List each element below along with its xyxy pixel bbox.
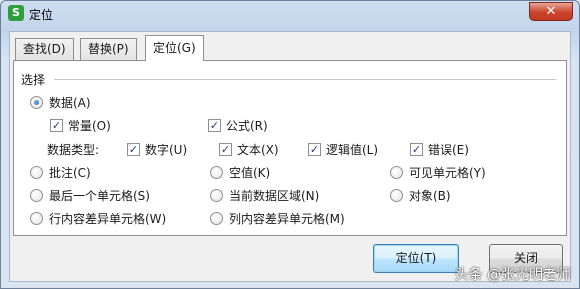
option-formulas-label: 公式(R) — [226, 119, 268, 133]
option-visible-cells[interactable]: 可见单元格(Y) — [390, 164, 486, 181]
radio-blanks[interactable] — [210, 166, 223, 179]
option-logical-label: 逻辑值(L) — [326, 143, 379, 157]
option-error-label: 错误(E) — [428, 143, 469, 157]
option-text[interactable]: ✓ 文本(X) — [219, 141, 279, 158]
option-objects-label: 对象(B) — [409, 189, 451, 203]
option-visible-cells-label: 可见单元格(Y) — [409, 166, 486, 180]
tab-find[interactable]: 查找(D) — [15, 38, 74, 60]
option-current-region-label: 当前数据区域(N) — [229, 189, 320, 203]
option-text-label: 文本(X) — [237, 143, 279, 157]
option-constants-label: 常量(O) — [68, 119, 111, 133]
option-objects[interactable]: 对象(B) — [390, 187, 451, 204]
data-type-label: 数据类型: — [47, 143, 100, 157]
option-error[interactable]: ✓ 错误(E) — [410, 141, 469, 158]
option-column-differences-label: 列内容差异单元格(M) — [229, 212, 345, 226]
radio-visible-cells[interactable] — [390, 166, 403, 179]
group-divider — [54, 79, 556, 80]
option-last-cell-label: 最后一个单元格(S) — [49, 189, 150, 203]
option-comments-label: 批注(C) — [49, 166, 91, 180]
tab-replace[interactable]: 替换(P) — [80, 38, 137, 60]
locate-button[interactable]: 定位(T) — [373, 244, 459, 273]
wps-spreadsheet-icon: S — [8, 5, 24, 21]
option-column-differences[interactable]: 列内容差异单元格(M) — [210, 210, 345, 227]
option-constants[interactable]: ✓ 常量(O) — [50, 117, 111, 134]
option-formulas[interactable]: ✓ 公式(R) — [208, 117, 268, 134]
locate-dialog: S 定位 ✕ 查找(D) 替换(P) 定位(G) 选择 数据(A) ✓ 常量(O)… — [0, 0, 580, 289]
goto-tab-panel: 选择 数据(A) ✓ 常量(O) ✓ 公式(R) 数据类型: ✓ 数字(U) ✓ 文本(… — [13, 60, 567, 236]
option-blanks[interactable]: 空值(K) — [210, 164, 270, 181]
radio-row-differences[interactable] — [30, 212, 43, 225]
option-data[interactable]: 数据(A) — [30, 94, 91, 111]
checkbox-text[interactable]: ✓ — [219, 143, 232, 156]
radio-last-cell[interactable] — [30, 189, 43, 202]
option-number[interactable]: ✓ 数字(U) — [127, 141, 187, 158]
option-data-label: 数据(A) — [49, 96, 91, 110]
option-blanks-label: 空值(K) — [229, 166, 271, 180]
radio-current-region[interactable] — [210, 189, 223, 202]
radio-comments[interactable] — [30, 166, 43, 179]
checkbox-number[interactable]: ✓ — [127, 143, 140, 156]
option-current-region[interactable]: 当前数据区域(N) — [210, 187, 319, 204]
title-bar: S 定位 ✕ — [1, 1, 579, 27]
select-group-label: 选择 — [21, 73, 46, 87]
checkbox-error[interactable]: ✓ — [410, 143, 423, 156]
tab-goto[interactable]: 定位(G) — [145, 35, 204, 61]
checkbox-formulas[interactable]: ✓ — [208, 119, 221, 132]
radio-objects[interactable] — [390, 189, 403, 202]
checkbox-constants[interactable]: ✓ — [50, 119, 63, 132]
option-row-differences-label: 行内容差异单元格(W) — [49, 212, 167, 226]
radio-data[interactable] — [30, 96, 43, 109]
dialog-title: 定位 — [29, 8, 54, 22]
option-comments[interactable]: 批注(C) — [30, 164, 91, 181]
option-logical[interactable]: ✓ 逻辑值(L) — [308, 141, 378, 158]
checkbox-logical[interactable]: ✓ — [308, 143, 321, 156]
window-close-button[interactable]: ✕ — [529, 2, 573, 21]
dialog-body: 查找(D) 替换(P) 定位(G) 选择 数据(A) ✓ 常量(O) ✓ 公式(R)… — [9, 31, 571, 282]
option-row-differences[interactable]: 行内容差异单元格(W) — [30, 210, 166, 227]
option-number-label: 数字(U) — [145, 143, 188, 157]
option-last-cell[interactable]: 最后一个单元格(S) — [30, 187, 150, 204]
radio-column-differences[interactable] — [210, 212, 223, 225]
watermark-text: 头条 @张光明老师 — [454, 267, 571, 283]
